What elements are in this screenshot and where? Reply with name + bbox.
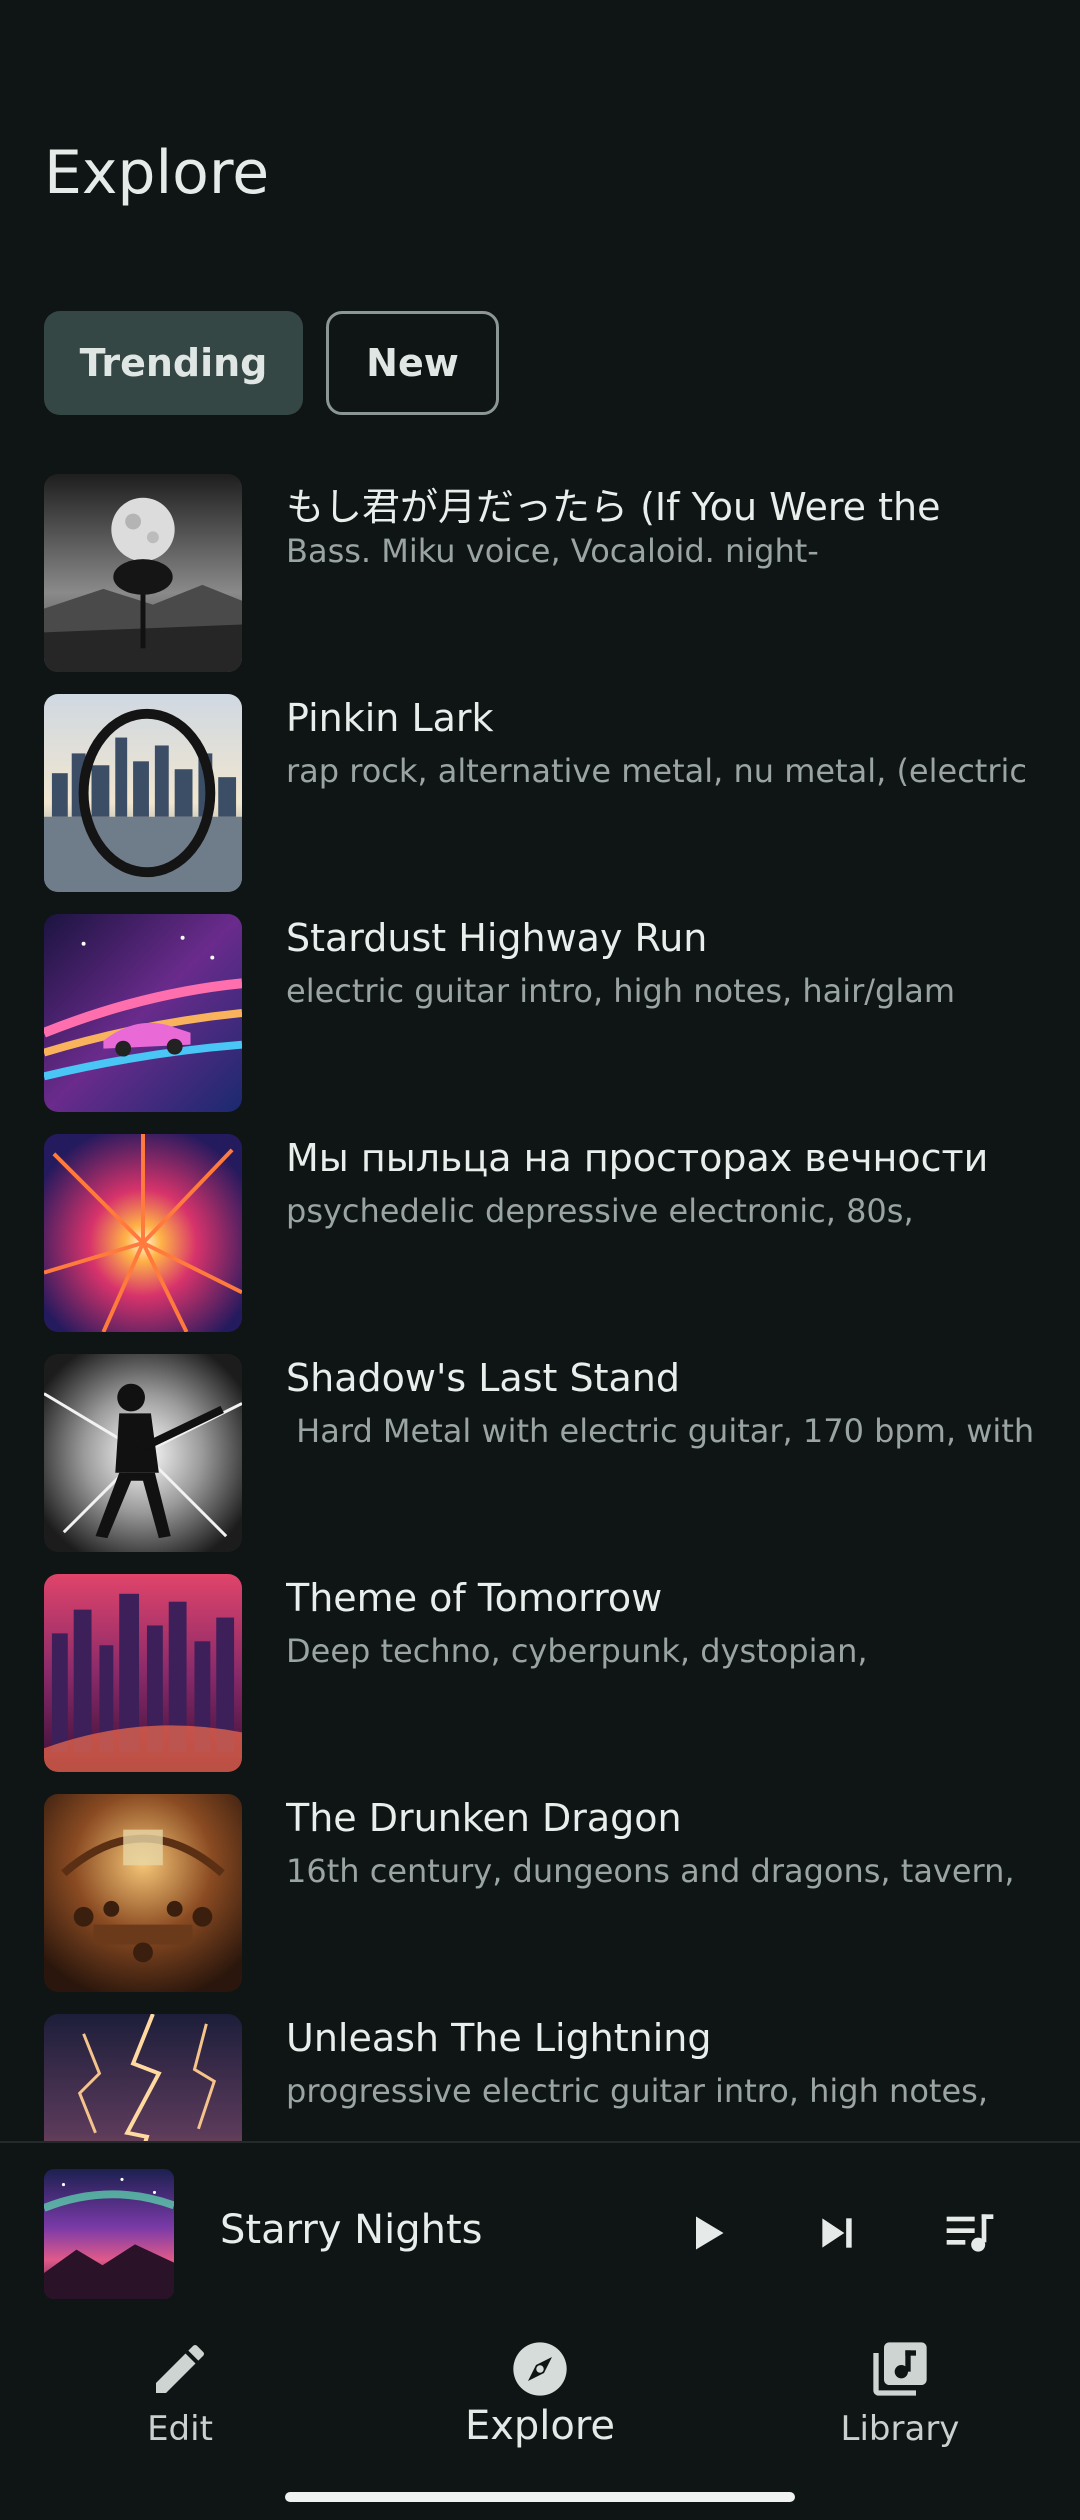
song-list: もし君が月だったら (If You Were the Bass. Miku vo…	[0, 474, 1080, 2142]
queue-music-icon	[946, 2214, 994, 2252]
nav-label: Explore	[464, 2403, 616, 2449]
play-button[interactable]	[672, 2198, 742, 2268]
tab-new[interactable]: New	[326, 311, 499, 415]
compass-icon	[513, 2342, 567, 2396]
song-row[interactable]: Мы пыльца на просторах вечности psychede…	[0, 1134, 1080, 1334]
nav-label: Edit	[147, 2409, 213, 2449]
page-title: Explore	[44, 138, 270, 208]
song-cover-cosmic-burst	[44, 1134, 242, 1332]
song-row[interactable]: Stardust Highway Run electric guitar int…	[0, 914, 1080, 1114]
song-description: rap rock, alternative metal, nu metal, (…	[286, 752, 1027, 790]
song-title: Pinkin Lark	[286, 696, 494, 740]
nav-explore[interactable]: Explore	[360, 2323, 720, 2483]
song-title: Shadow's Last Stand	[286, 1356, 681, 1400]
bottom-navigation: Edit Explore Library	[0, 2323, 1080, 2520]
mini-player-title: Starry Nights	[220, 2207, 483, 2253]
song-cover-tavern	[44, 1794, 242, 1992]
filter-chips: Trending New	[44, 311, 499, 415]
skip-next-icon	[822, 2218, 852, 2248]
nav-label: Library	[840, 2409, 960, 2449]
mini-player[interactable]: Starry Nights	[0, 2143, 1080, 2323]
nav-library[interactable]: Library	[720, 2323, 1080, 2483]
song-description: Hard Metal with electric guitar, 170 bpm…	[286, 1412, 1035, 1450]
song-title: Theme of Tomorrow	[286, 1576, 663, 1620]
song-title: Stardust Highway Run	[286, 916, 708, 960]
song-title: The Drunken Dragon	[286, 1796, 682, 1840]
pencil-icon	[156, 2344, 205, 2393]
play-icon	[696, 2216, 724, 2250]
song-row[interactable]: もし君が月だったら (If You Were the Bass. Miku vo…	[0, 474, 1080, 674]
song-title: もし君が月だったら (If You Were the	[286, 485, 941, 529]
song-cover-guitarist	[44, 1354, 242, 1552]
tab-trending[interactable]: Trending	[44, 311, 303, 415]
song-description: Bass. Miku voice, Vocaloid. night-	[286, 532, 819, 570]
song-cover-cyber-city	[44, 1574, 242, 1772]
song-description: progressive electric guitar intro, high …	[286, 2072, 988, 2110]
song-cover-neon-car	[44, 914, 242, 1112]
song-description: 16th century, dungeons and dragons, tave…	[286, 1852, 1015, 1890]
skip-next-button[interactable]	[802, 2198, 872, 2268]
queue-button[interactable]	[935, 2198, 1005, 2268]
song-description: Deep techno, cyberpunk, dystopian,	[286, 1632, 868, 1670]
nav-edit[interactable]: Edit	[0, 2323, 360, 2483]
song-row[interactable]: Theme of Tomorrow Deep techno, cyberpunk…	[0, 1574, 1080, 1774]
song-row[interactable]: The Drunken Dragon 16th century, dungeon…	[0, 1794, 1080, 1994]
song-title: Unleash The Lightning	[286, 2016, 712, 2060]
song-row[interactable]: Shadow's Last Stand Hard Metal with elec…	[0, 1354, 1080, 1554]
song-cover-lightning	[44, 2014, 242, 2142]
song-description: electric guitar intro, high notes, hair/…	[286, 972, 956, 1010]
song-cover-city-ring	[44, 694, 242, 892]
song-row[interactable]: Unleash The Lightning progressive electr…	[0, 2014, 1080, 2142]
mini-player-cover-aurora	[44, 2169, 174, 2299]
song-title: Мы пыльца на просторах вечности	[286, 1136, 989, 1180]
home-indicator[interactable]	[285, 2492, 795, 2502]
song-cover-moon-tree	[44, 474, 242, 672]
library-music-icon	[873, 2342, 927, 2396]
song-row[interactable]: Pinkin Lark rap rock, alternative metal,…	[0, 694, 1080, 894]
song-description: psychedelic depressive electronic, 80s,	[286, 1192, 914, 1230]
